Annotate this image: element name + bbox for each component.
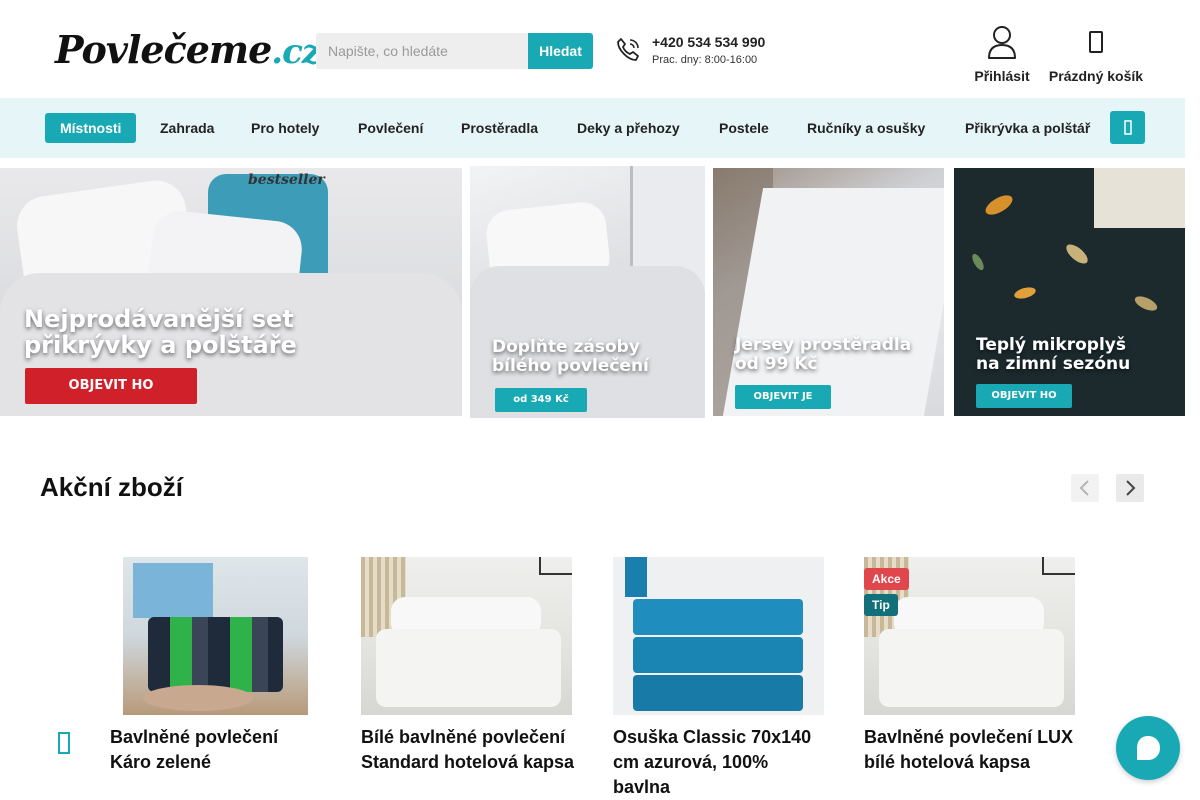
- login-label: Přihlásit: [974, 68, 1030, 84]
- section-title: Akční zboží: [40, 472, 184, 502]
- phone-number[interactable]: +420 534 534 990: [652, 34, 765, 50]
- user-icon: [988, 26, 1016, 59]
- bestseller-tag: bestseller: [248, 172, 325, 188]
- cart-link[interactable]: Prázdný košík: [1040, 24, 1152, 84]
- nav-item-deky-a-prehozy[interactable]: Deky a přehozy: [577, 113, 680, 143]
- nav-item-rucniky-a-osusky[interactable]: Ručníky a osušky: [807, 113, 925, 143]
- tip-badge: Tip: [864, 594, 898, 616]
- chevron-down-icon: [1124, 120, 1132, 135]
- product-image[interactable]: [361, 557, 572, 715]
- site-header: Povlečeme.cz Hledat +420 534 534 990 Pra…: [0, 0, 1185, 98]
- banner-cta-button[interactable]: OBJEVIT HO: [976, 384, 1072, 408]
- headboard-shape: [1094, 168, 1185, 228]
- main-nav: Místnosti Zahrada Pro hotely Povlečení P…: [0, 98, 1185, 158]
- frame-shape: [539, 557, 572, 575]
- banner-title: Doplňte zásoby bílého povlečení: [492, 337, 649, 376]
- product-name[interactable]: Bavlněné povlečení LUX bílé hotelová kap…: [864, 725, 1074, 775]
- carousel-prev-button[interactable]: [1071, 474, 1099, 502]
- carousel-next-button[interactable]: [1116, 474, 1144, 502]
- chevron-left-icon: [1079, 480, 1089, 496]
- duvet-shape: [376, 629, 561, 707]
- banner-cta-button[interactable]: OBJEVIT JE: [735, 385, 831, 409]
- towel-shape: [633, 599, 803, 635]
- banner-bestseller-set[interactable]: bestseller Nejprodávanější set přikrývky…: [0, 168, 462, 416]
- banner-jersey-sheets[interactable]: Jersey prostěradla od 99 Kč OBJEVIT JE: [713, 168, 944, 416]
- leaf-pattern: [970, 252, 986, 272]
- nav-item-povleceni[interactable]: Povlečení: [358, 113, 423, 143]
- leaf-pattern: [982, 191, 1016, 219]
- cart-icon: [1089, 31, 1103, 53]
- frame-shape: [1042, 557, 1075, 575]
- nav-item-prikryvka-a-polstar[interactable]: Přikrývka a polštář: [965, 113, 1090, 143]
- cart-label: Prázdný košík: [1048, 68, 1144, 84]
- search-input[interactable]: [316, 33, 528, 69]
- login-link[interactable]: Přihlásit: [972, 24, 1032, 84]
- banner-microplush[interactable]: Teplý mikroplyš na zimní sezónu OBJEVIT …: [954, 168, 1185, 416]
- nav-item-postele[interactable]: Postele: [719, 113, 769, 143]
- chat-button[interactable]: [1116, 716, 1180, 780]
- product-name[interactable]: Bílé bavlněné povlečení Standard hotelov…: [361, 725, 576, 775]
- product-name[interactable]: Osuška Classic 70x140 cm azurová, 100% b…: [613, 725, 828, 800]
- towel-shape: [633, 637, 803, 673]
- towel-shape: [625, 557, 647, 597]
- nav-more-button[interactable]: [1110, 111, 1145, 144]
- product-image[interactable]: [123, 557, 308, 715]
- banner-white-bedding[interactable]: Doplňte zásoby bílého povlečení od 349 K…: [470, 166, 705, 418]
- logo-text: Povlečeme: [55, 27, 272, 72]
- leaf-pattern: [1063, 241, 1091, 267]
- product-name[interactable]: Bavlněné povlečení Káro zelené: [110, 725, 315, 775]
- nav-item-zahrada[interactable]: Zahrada: [160, 113, 214, 143]
- search-form: Hledat: [316, 33, 593, 69]
- banner-title: Jersey prostěradla od 99 Kč: [735, 335, 912, 374]
- wall-picture-shape: [133, 563, 213, 618]
- phone-hours: Prac. dny: 8:00-16:00: [652, 54, 758, 66]
- product-image[interactable]: [613, 557, 824, 715]
- nav-item-mistnosti[interactable]: Místnosti: [45, 113, 137, 143]
- nav-item-pro-hotely[interactable]: Pro hotely: [251, 113, 319, 143]
- chat-bubble-icon: [1137, 736, 1160, 760]
- banner-title: Nejprodávanější set přikrývky a polštáře: [24, 305, 297, 360]
- towel-shape: [633, 675, 803, 711]
- chevron-right-icon: [1126, 480, 1136, 496]
- search-button[interactable]: Hledat: [528, 33, 593, 69]
- banner-cta-button[interactable]: od 349 Kč: [495, 388, 587, 412]
- leaf-pattern: [1013, 285, 1037, 301]
- banner-cta-button[interactable]: OBJEVIT HO: [25, 368, 197, 404]
- logo-suffix: .cz: [271, 32, 321, 72]
- banner-title: Teplý mikroplyš na zimní sezónu: [976, 335, 1131, 374]
- bedding-shape: [148, 617, 283, 692]
- product-slider-prev-icon[interactable]: [56, 730, 74, 756]
- phone-icon: [617, 38, 639, 61]
- sheet-shape: [722, 188, 944, 416]
- nav-item-prosteradla[interactable]: Prostěradla: [461, 113, 538, 143]
- leaf-pattern: [1132, 293, 1160, 314]
- site-logo[interactable]: Povlečeme.cz: [55, 24, 321, 76]
- duvet-shape: [879, 629, 1064, 707]
- sale-badge: Akce: [864, 568, 909, 590]
- rug-shape: [143, 685, 253, 711]
